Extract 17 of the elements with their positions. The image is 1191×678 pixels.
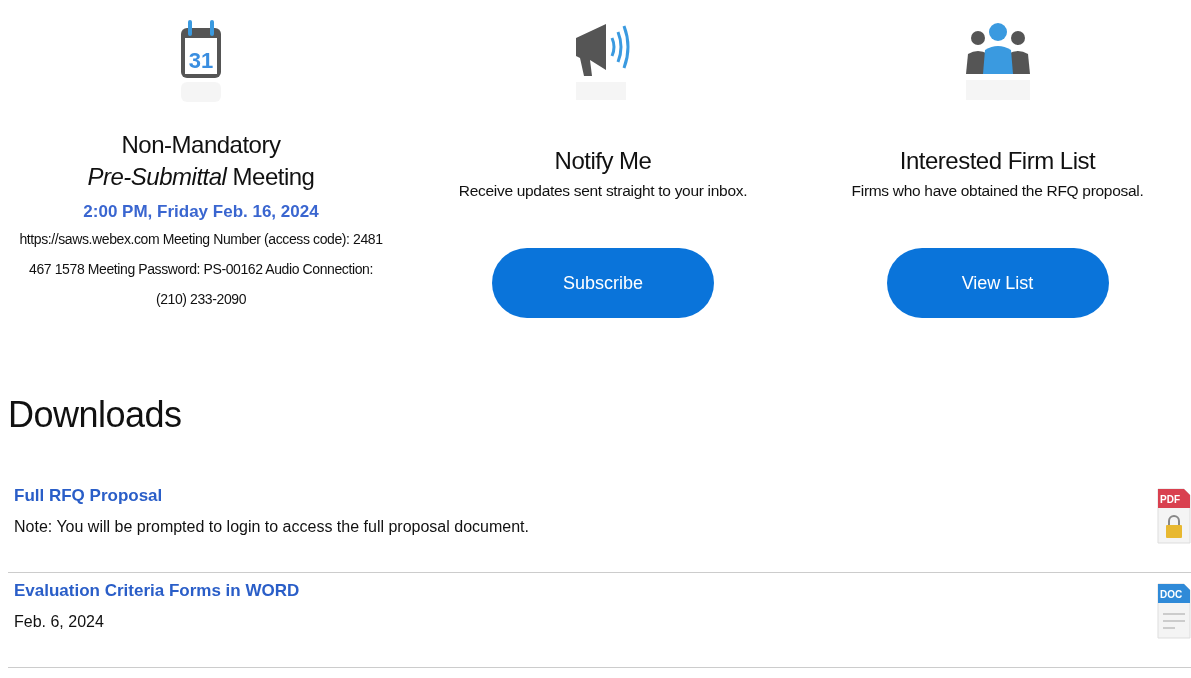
- action-button[interactable]: Subscribe: [492, 248, 714, 318]
- locked-file-icon: PDF: [1157, 488, 1191, 544]
- meeting-subtitle: Pre-Submittal Meeting: [87, 162, 315, 192]
- feature-title: Notify Me: [554, 146, 652, 176]
- download-note: Note: You will be prompted to login to access the full proposal document.: [14, 518, 529, 536]
- feature-description: Firms who have obtained the RFQ proposal.: [851, 182, 1144, 200]
- feature-title: Interested Firm List: [899, 146, 1096, 176]
- section-heading: Downloads: [8, 394, 183, 436]
- action-button[interactable]: View List: [886, 248, 1109, 318]
- meeting-details: https://saws.webex.com Meeting Number (access code): 2481 467 1578 Meeting Password: PS-00162 Audio Connection: (210) 233-2090: [18, 230, 384, 309]
- document-file-icon: DOC: [1157, 583, 1191, 639]
- meeting-date: 2:00 PM, Friday Feb. 16, 2024: [83, 201, 319, 223]
- download-link[interactable]: Full RFQ Proposal: [14, 486, 529, 506]
- download-link[interactable]: Evaluation Criteria Forms in WORD: [14, 581, 300, 601]
- meeting-title: Non-Mandatory: [121, 130, 281, 160]
- feature-description: Receive updates sent straight to your inbox.: [458, 182, 748, 200]
- download-note: Feb. 6, 2024: [14, 613, 105, 631]
